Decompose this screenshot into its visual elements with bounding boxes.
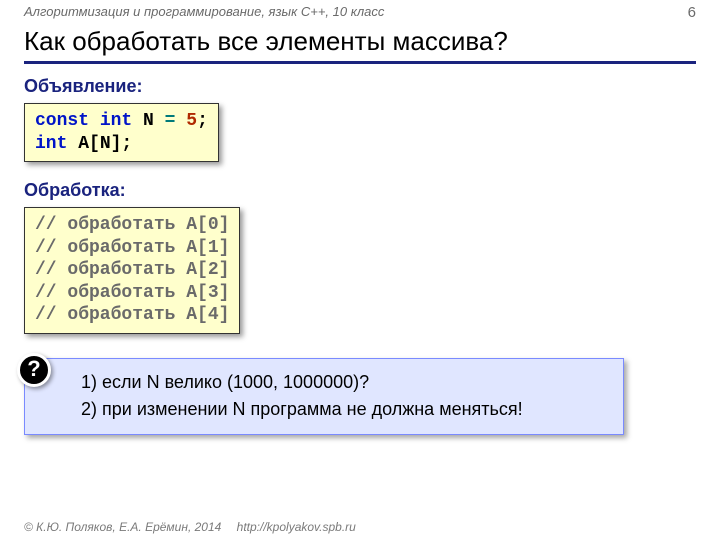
- proc-line: // обработать A[0]: [35, 214, 229, 237]
- declaration-label: Объявление:: [24, 76, 696, 97]
- copyright: © К.Ю. Поляков, Е.А. Ерёмин, 2014: [24, 520, 221, 534]
- code-line-1: const int N = 5;: [35, 110, 208, 133]
- arr-decl: A[N];: [78, 134, 132, 154]
- ident-n: N: [143, 111, 154, 131]
- declaration-block: Объявление: const int N = 5; int A[N];: [24, 76, 696, 162]
- top-bar: Алгоритмизация и программирование, язык …: [0, 0, 720, 21]
- declaration-code: const int N = 5; int A[N];: [24, 103, 219, 162]
- proc-line: // обработать A[4]: [35, 304, 229, 327]
- page-title: Как обработать все элементы массива?: [24, 26, 696, 64]
- proc-line: // обработать A[3]: [35, 282, 229, 305]
- processing-block: Обработка: // обработать A[0] // обработ…: [24, 180, 696, 334]
- semi-1: ;: [197, 111, 208, 131]
- kw-const: const: [35, 111, 89, 131]
- page-number: 6: [688, 4, 696, 21]
- lit-5: 5: [186, 111, 197, 131]
- footer: © К.Ю. Поляков, Е.А. Ерёмин, 2014 http:/…: [24, 520, 356, 534]
- info-box: ? 1) если N велико (1000, 1000000)? 2) п…: [24, 358, 624, 436]
- processing-label: Обработка:: [24, 180, 696, 201]
- info-q1: 1) если N велико (1000, 1000000)?: [81, 369, 609, 397]
- op-eq: =: [165, 111, 176, 131]
- footer-url[interactable]: http://kpolyakov.spb.ru: [237, 520, 356, 534]
- proc-line: // обработать A[1]: [35, 237, 229, 260]
- slide: Алгоритмизация и программирование, язык …: [0, 0, 720, 540]
- course-label: Алгоритмизация и программирование, язык …: [24, 4, 384, 21]
- proc-line: // обработать A[2]: [35, 259, 229, 282]
- processing-code: // обработать A[0] // обработать A[1] //…: [24, 207, 240, 334]
- kw-int-2: int: [35, 134, 67, 154]
- kw-int: int: [100, 111, 132, 131]
- info-q2: 2) при изменении N программа не должна м…: [81, 396, 609, 424]
- code-line-2: int A[N];: [35, 133, 208, 156]
- question-icon: ?: [17, 353, 51, 387]
- body: Объявление: const int N = 5; int A[N]; О…: [24, 76, 696, 435]
